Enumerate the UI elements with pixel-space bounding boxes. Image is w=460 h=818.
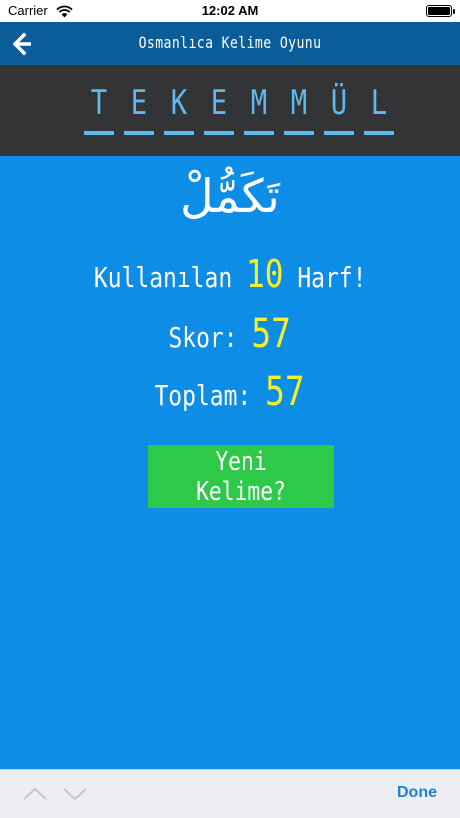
battery-icon — [426, 5, 455, 17]
score-value: 57 — [251, 311, 292, 357]
total-value: 57 — [265, 369, 306, 415]
letter-slot: L — [370, 83, 388, 123]
new-word-button[interactable]: Yeni Kelime? — [148, 445, 334, 508]
keyboard-accessory-bar: Done — [0, 769, 460, 818]
total-label: Toplam: — [154, 379, 252, 412]
back-button[interactable] — [4, 26, 40, 62]
status-bar: Carrier 12:02 AM — [0, 0, 460, 22]
letter-slot: E — [210, 83, 228, 123]
status-time: 12:02 AM — [201, 3, 259, 18]
letter-slot: Ü — [330, 83, 348, 123]
word-panel: TEKEMMÜL — [0, 65, 460, 156]
letter-underline — [284, 131, 314, 135]
battery-fill — [428, 7, 450, 15]
letter-slot: T — [90, 83, 108, 123]
letter-underline — [84, 131, 114, 135]
used-prefix: Kullanılan — [93, 261, 232, 294]
letter-underline — [124, 131, 154, 135]
nav-bar: Osmanlıca Kelime Oyunu — [0, 22, 460, 65]
nav-title: Osmanlıca Kelime Oyunu — [138, 33, 322, 52]
letter-underline — [324, 131, 354, 135]
chevron-down-icon — [63, 788, 87, 801]
arrow-left-icon — [12, 32, 31, 56]
used-letters-line: Kullanılan 10 Harf! — [0, 252, 460, 300]
next-field-button[interactable] — [62, 783, 88, 805]
used-suffix: Harf! — [297, 261, 367, 294]
done-button[interactable]: Done — [397, 784, 437, 802]
chevron-up-icon — [23, 787, 47, 800]
used-count: 10 — [245, 252, 284, 296]
previous-field-button[interactable] — [22, 783, 48, 805]
arabic-word: تَكَمُّلْ — [180, 169, 280, 223]
letter-slot: M — [290, 83, 308, 123]
score-label: Skor: — [168, 321, 238, 354]
letter-underline — [164, 131, 194, 135]
score-line: Skor: 57 — [0, 308, 460, 364]
letter-underline — [204, 131, 234, 135]
letter-slot: M — [250, 83, 268, 123]
new-word-label: Yeni Kelime? — [196, 446, 286, 507]
total-line: Toplam: 57 — [0, 366, 460, 422]
letter-underline — [244, 131, 274, 135]
letter-underline — [364, 131, 394, 135]
letter-slot: E — [130, 83, 148, 123]
letter-slots: TEKEMMÜL — [84, 81, 394, 141]
letter-slot: K — [170, 83, 188, 123]
